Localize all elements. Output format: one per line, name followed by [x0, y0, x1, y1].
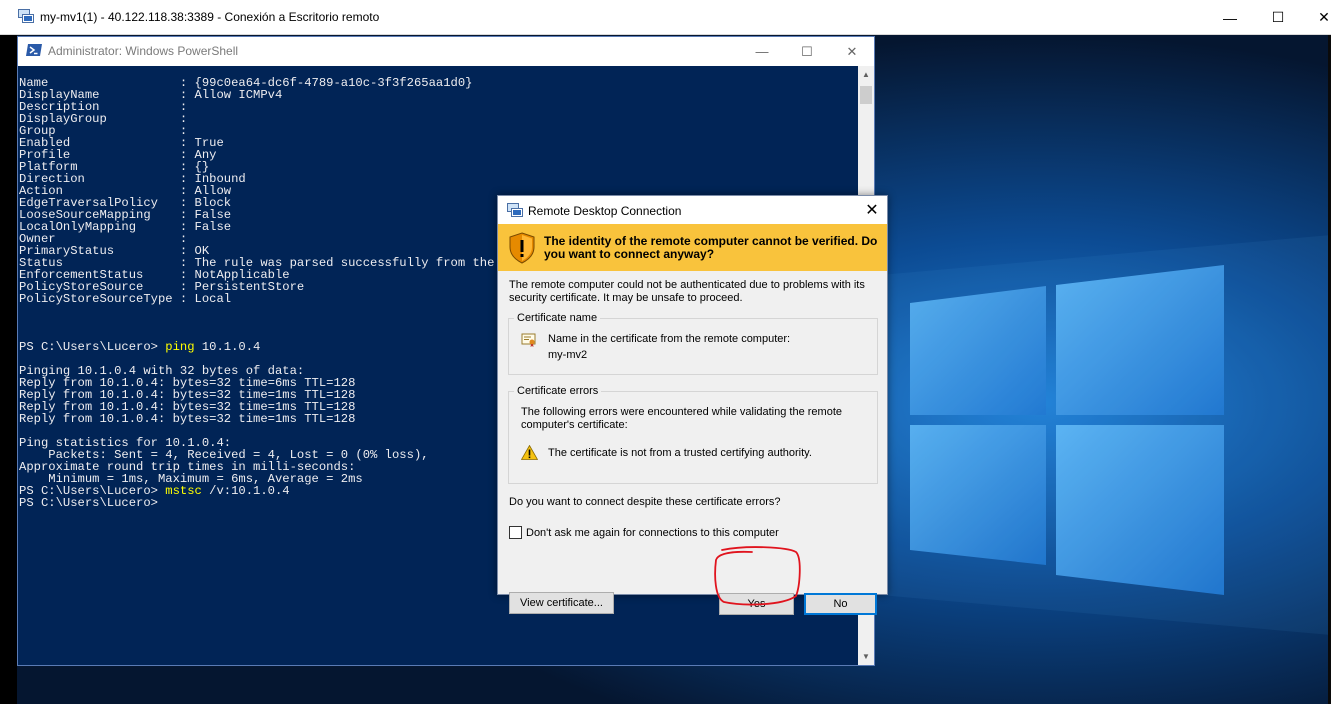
console-command: mstsc — [165, 484, 202, 498]
certificate-name-group — [508, 318, 878, 375]
powershell-icon — [26, 44, 42, 56]
console-prompt: PS C:\Users\Lucero> — [19, 496, 158, 510]
certificate-icon — [521, 333, 536, 347]
security-shield-icon — [509, 232, 535, 264]
no-button[interactable]: No — [804, 593, 877, 615]
rdc-certificate-dialog[interactable]: Remote Desktop Connection ✕ The identity… — [497, 195, 888, 615]
errors-intro-text: computer's certificate: — [521, 419, 628, 431]
remote-desktop-icon — [18, 9, 34, 23]
maximize-button[interactable]: ☐ — [1255, 0, 1301, 35]
certificate-errors-group — [508, 391, 878, 484]
error-item-text: The certificate is not from a trusted ce… — [548, 447, 812, 459]
scroll-down-icon[interactable]: ▼ — [858, 648, 874, 665]
certificate-name-legend: Certificate name — [514, 312, 601, 324]
console-command: ping — [165, 340, 195, 354]
intro-text: The remote computer could not be authent… — [509, 279, 865, 291]
console-prompt: PS C:\Users\Lucero> — [19, 340, 166, 354]
cert-name-value: my-mv2 — [548, 349, 588, 361]
minimize-button[interactable]: — — [1207, 0, 1253, 35]
warning-banner: The identity of the remote computer cann… — [498, 224, 887, 271]
warning-icon — [521, 445, 538, 460]
rdp-titlebar[interactable]: my-mv1(1) - 40.122.118.38:3389 - Conexió… — [0, 0, 1331, 35]
console-args: 10.1.0.4 — [194, 340, 261, 354]
console-args: /v:10.1.0.4 — [201, 484, 290, 498]
console-line: Reply from 10.1.0.4: bytes=32 time=1ms T… — [19, 412, 356, 426]
ps-close-button[interactable]: ✕ — [829, 37, 875, 66]
dialog-title: Remote Desktop Connection — [528, 204, 682, 218]
connect-question: Do you want to connect despite these cer… — [509, 496, 781, 508]
cert-name-label: Name in the certificate from the remote … — [548, 333, 791, 345]
errors-intro-text: The following errors were encountered wh… — [521, 406, 843, 418]
view-certificate-button[interactable]: View certificate... — [509, 592, 614, 614]
close-button[interactable]: ✕ — [1301, 0, 1331, 35]
rdp-window-title: my-mv1(1) - 40.122.118.38:3389 - Conexió… — [40, 10, 380, 24]
dialog-close-button[interactable]: ✕ — [861, 200, 883, 220]
left-edge — [0, 35, 17, 704]
powershell-title: Administrator: Windows PowerShell — [48, 44, 239, 58]
dont-ask-checkbox[interactable] — [509, 526, 522, 539]
ps-maximize-button[interactable]: ☐ — [784, 37, 830, 66]
remote-desktop-icon — [507, 203, 523, 217]
dont-ask-label[interactable]: Don't ask me again for connections to th… — [526, 527, 779, 539]
ps-minimize-button[interactable]: — — [739, 37, 785, 66]
remote-desktop[interactable]: Administrator: Windows PowerShell — ☐ ✕ … — [0, 35, 1331, 704]
certificate-errors-legend: Certificate errors — [514, 385, 602, 397]
powershell-titlebar[interactable]: Administrator: Windows PowerShell — ☐ ✕ — [18, 37, 874, 66]
light-beam — [880, 235, 1331, 635]
warning-text: The identity of the remote computer cann… — [544, 234, 878, 261]
console-line: PolicyStoreSourceType : Local — [19, 292, 232, 306]
dialog-titlebar[interactable]: Remote Desktop Connection ✕ — [498, 196, 887, 224]
intro-text: security certificate. It may be unsafe t… — [509, 292, 743, 304]
scroll-thumb[interactable] — [860, 86, 872, 104]
yes-button[interactable]: Yes — [719, 593, 794, 615]
scroll-up-icon[interactable]: ▲ — [858, 66, 874, 83]
